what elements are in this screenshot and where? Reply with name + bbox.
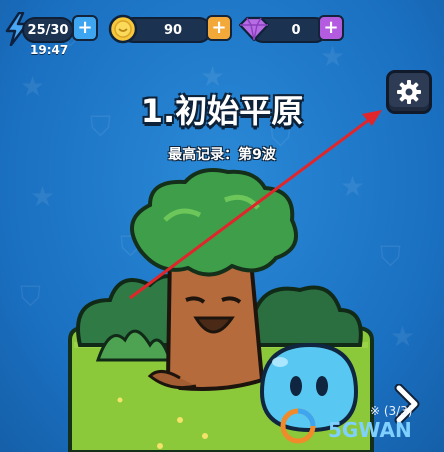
watermark-logo-icon xyxy=(280,408,316,444)
watermark-brand: 5GWAN xyxy=(328,418,412,442)
level-scene[interactable] xyxy=(0,0,444,452)
tree-canopy xyxy=(130,168,298,277)
watermark-small-text: ※ (3/3) xyxy=(370,404,413,418)
